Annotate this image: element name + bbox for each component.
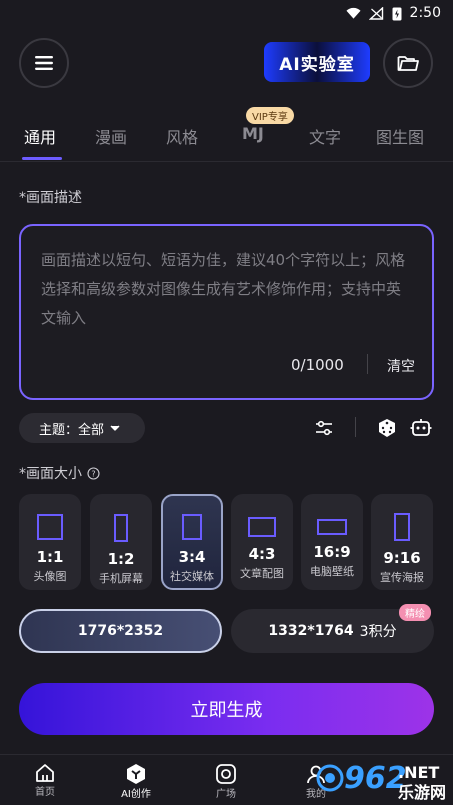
nav-item-home[interactable]: 首页 xyxy=(15,763,75,798)
ratio-name: 头像图 xyxy=(33,570,67,583)
ratio-name: 宣传海报 xyxy=(380,571,424,584)
settings-sliders-icon[interactable] xyxy=(313,417,335,439)
tab-mj[interactable]: MJ xyxy=(242,124,264,143)
tools-divider xyxy=(355,417,356,437)
ratio-value: 1:1 xyxy=(36,548,64,566)
category-tabs: 通用 漫画 风格 MJ 文字 图生图 xyxy=(0,122,453,162)
menu-button[interactable] xyxy=(19,38,69,88)
ratio-card-3-4[interactable]: 3:4 社交媒体 xyxy=(161,494,223,590)
help-icon[interactable]: ? xyxy=(87,466,100,480)
home-icon xyxy=(36,764,54,782)
theme-selector[interactable]: 主题：全部 xyxy=(19,413,145,443)
ratio-card-9-16[interactable]: 9:16 宣传海报 xyxy=(371,494,433,590)
ratio-name: 文章配图 xyxy=(240,567,284,580)
top-bar: AI实验室 xyxy=(0,36,453,92)
tab-style[interactable]: 风格 xyxy=(166,124,198,148)
square-icon xyxy=(216,764,236,784)
ratio-9-16-icon xyxy=(394,513,410,541)
prompt-label: *画面描述 xyxy=(19,190,82,206)
ratio-1-1-icon xyxy=(37,514,63,540)
ratio-name: 社交媒体 xyxy=(170,570,214,583)
ratio-1-2-icon xyxy=(114,514,128,542)
ratio-card-16-9[interactable]: 16:9 电脑壁纸 xyxy=(301,494,363,590)
ratio-value: 16:9 xyxy=(313,543,351,561)
resolution-option-2-size: 1332*1764 xyxy=(268,623,354,639)
nav-label: AI创作 xyxy=(121,789,151,800)
resolution-option-1[interactable]: 1776*2352 xyxy=(19,609,222,653)
folder-button[interactable] xyxy=(383,38,433,88)
ai-create-icon xyxy=(127,764,145,784)
tab-image-to-image[interactable]: 图生图 xyxy=(376,124,424,148)
ratio-name: 手机屏幕 xyxy=(99,572,143,585)
clear-button[interactable]: 清空 xyxy=(387,356,415,376)
active-tab-indicator xyxy=(22,157,62,160)
svg-text:?: ? xyxy=(91,469,95,478)
ratio-value: 4:3 xyxy=(248,545,276,563)
counter-divider xyxy=(367,354,368,374)
app-logo: AI实验室 xyxy=(264,42,370,82)
ratio-value: 3:4 xyxy=(178,548,206,566)
nav-item-ai-create[interactable]: AI创作 xyxy=(106,763,166,800)
signal-icon xyxy=(368,6,383,20)
ratio-3-4-icon xyxy=(182,514,202,540)
menu-icon xyxy=(35,56,53,70)
nav-label: 广场 xyxy=(216,789,236,800)
ratio-value: 9:16 xyxy=(383,549,421,567)
watermark-net: .NET xyxy=(398,763,439,782)
size-label-row: *画面大小 ? xyxy=(19,463,100,483)
resolution-option-2-cost: 3积分 xyxy=(359,624,397,640)
nav-item-square[interactable]: 广场 xyxy=(196,763,256,800)
ratio-4-3-icon xyxy=(248,517,276,537)
nav-label: 首页 xyxy=(35,787,55,798)
prompt-placeholder: 画面描述以短句、短语为佳，建议40个字符以上；风格选择和高级参数对图像生成有艺术… xyxy=(41,251,406,327)
battery-icon xyxy=(392,7,402,20)
tab-general[interactable]: 通用 xyxy=(24,124,56,148)
char-counter: 0/1000 xyxy=(291,356,344,374)
prompt-input[interactable]: 画面描述以短句、短语为佳，建议40个字符以上；风格选择和高级参数对图像生成有艺术… xyxy=(19,224,434,400)
status-bar: 2:50 xyxy=(0,0,453,26)
robot-icon[interactable] xyxy=(410,417,432,439)
chevron-down-icon xyxy=(110,425,120,431)
ratio-16-9-icon xyxy=(317,519,347,535)
fine-draw-badge: 精绘 xyxy=(399,604,431,621)
ratio-value: 1:2 xyxy=(107,550,135,568)
tab-text[interactable]: 文字 xyxy=(309,124,341,148)
folder-icon xyxy=(397,56,419,71)
generate-button[interactable]: 立即生成 xyxy=(19,683,434,735)
watermark-site-name: 乐游网 xyxy=(398,783,446,802)
size-label: *画面大小 xyxy=(19,466,82,482)
status-time: 2:50 xyxy=(409,5,441,21)
tab-comic[interactable]: 漫画 xyxy=(95,124,127,148)
theme-label: 主题：全部 xyxy=(39,422,105,438)
dice-icon[interactable] xyxy=(376,417,398,439)
site-watermark: 962 .NET 乐游网 xyxy=(316,761,446,802)
ratio-card-4-3[interactable]: 4:3 文章配图 xyxy=(231,494,293,590)
ratio-card-1-2[interactable]: 1:2 手机屏幕 xyxy=(90,494,152,590)
wifi-icon xyxy=(346,7,361,19)
ratio-card-1-1[interactable]: 1:1 头像图 xyxy=(19,494,81,590)
ratio-name: 电脑壁纸 xyxy=(310,565,354,578)
